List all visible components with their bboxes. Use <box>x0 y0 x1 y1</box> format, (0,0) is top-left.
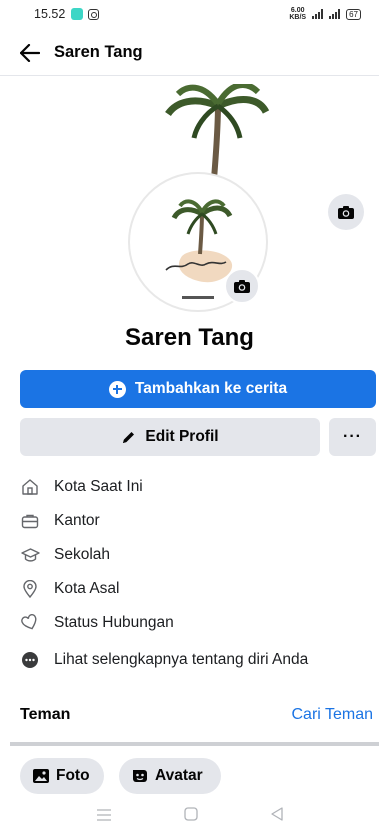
section-divider <box>10 742 379 746</box>
menu-nav-icon[interactable] <box>96 808 112 826</box>
info-label: Kota Saat Ini <box>54 478 143 495</box>
friends-title: Teman <box>20 706 71 723</box>
back-nav-icon[interactable] <box>271 807 283 826</box>
info-label: Status Hubungan <box>54 614 174 631</box>
info-item-relationship[interactable]: Status Hubungan <box>0 606 379 640</box>
more-options-button[interactable]: ··· <box>329 418 376 456</box>
top-header: Saren Tang <box>0 30 379 76</box>
see-more-label: Lihat selengkapnya tentang diri Anda <box>54 651 309 668</box>
plus-circle-icon <box>108 380 126 398</box>
add-to-story-button[interactable]: Tambahkan ke cerita <box>20 370 376 408</box>
image-icon <box>33 769 49 783</box>
info-label: Kantor <box>54 512 100 529</box>
avatar-icon <box>133 770 147 782</box>
profile-details: Kota Saat Ini Kantor Sekolah Kota Asal S… <box>0 470 379 680</box>
profile-camera-button[interactable] <box>224 268 260 304</box>
header-title: Saren Tang <box>54 43 143 61</box>
status-time: 15.52 <box>34 7 66 21</box>
see-more-about-you[interactable]: Lihat selengkapnya tentang diri Anda <box>0 640 379 680</box>
info-item-education[interactable]: Sekolah <box>0 538 379 572</box>
camera-icon <box>338 205 354 219</box>
edit-profile-button[interactable]: Edit Profil <box>20 418 320 456</box>
info-item-hometown[interactable]: Kota Asal <box>0 572 379 606</box>
heart-icon <box>20 613 40 633</box>
info-item-workplace[interactable]: Kantor <box>0 504 379 538</box>
info-label: Kota Asal <box>54 580 120 597</box>
signal-icon-2 <box>329 9 341 19</box>
back-arrow-icon[interactable] <box>18 41 42 65</box>
camera-icon <box>234 279 250 293</box>
ellipsis-circle-icon <box>20 650 40 670</box>
home-nav-icon[interactable] <box>184 807 199 826</box>
app-notification-icon <box>71 8 84 20</box>
status-bar: 15.52 6.00 KB/S 67 <box>0 0 379 28</box>
more-options-label: ··· <box>343 428 362 445</box>
graduation-cap-icon <box>20 545 40 565</box>
friends-section-header: Teman Cari Teman <box>0 700 379 730</box>
add-to-story-label: Tambahkan ke cerita <box>134 380 288 397</box>
system-navigation-bar <box>0 804 379 829</box>
profile-name: Saren Tang <box>125 324 254 351</box>
find-friends-link[interactable]: Cari Teman <box>291 706 373 724</box>
network-speed: 6.00 KB/S <box>289 7 306 21</box>
battery-indicator: 67 <box>346 8 361 20</box>
briefcase-icon <box>20 511 40 531</box>
network-speed-value: 6.00 <box>290 7 305 14</box>
pencil-icon <box>123 431 135 443</box>
avatar-chip-label: Avatar <box>155 767 203 784</box>
signal-icon <box>312 9 324 19</box>
location-pin-icon <box>20 579 40 599</box>
network-speed-unit: KB/S <box>289 14 307 21</box>
info-item-current-city[interactable]: Kota Saat Ini <box>0 470 379 504</box>
cover-camera-button[interactable] <box>328 194 364 230</box>
instagram-notification-icon <box>88 8 100 20</box>
home-icon <box>20 477 40 497</box>
photo-chip-label: Foto <box>56 767 90 784</box>
info-label: Sekolah <box>54 546 111 563</box>
edit-profile-label: Edit Profil <box>145 428 219 445</box>
photo-chip[interactable]: Foto <box>20 758 104 794</box>
avatar-chip[interactable]: Avatar <box>119 758 221 794</box>
